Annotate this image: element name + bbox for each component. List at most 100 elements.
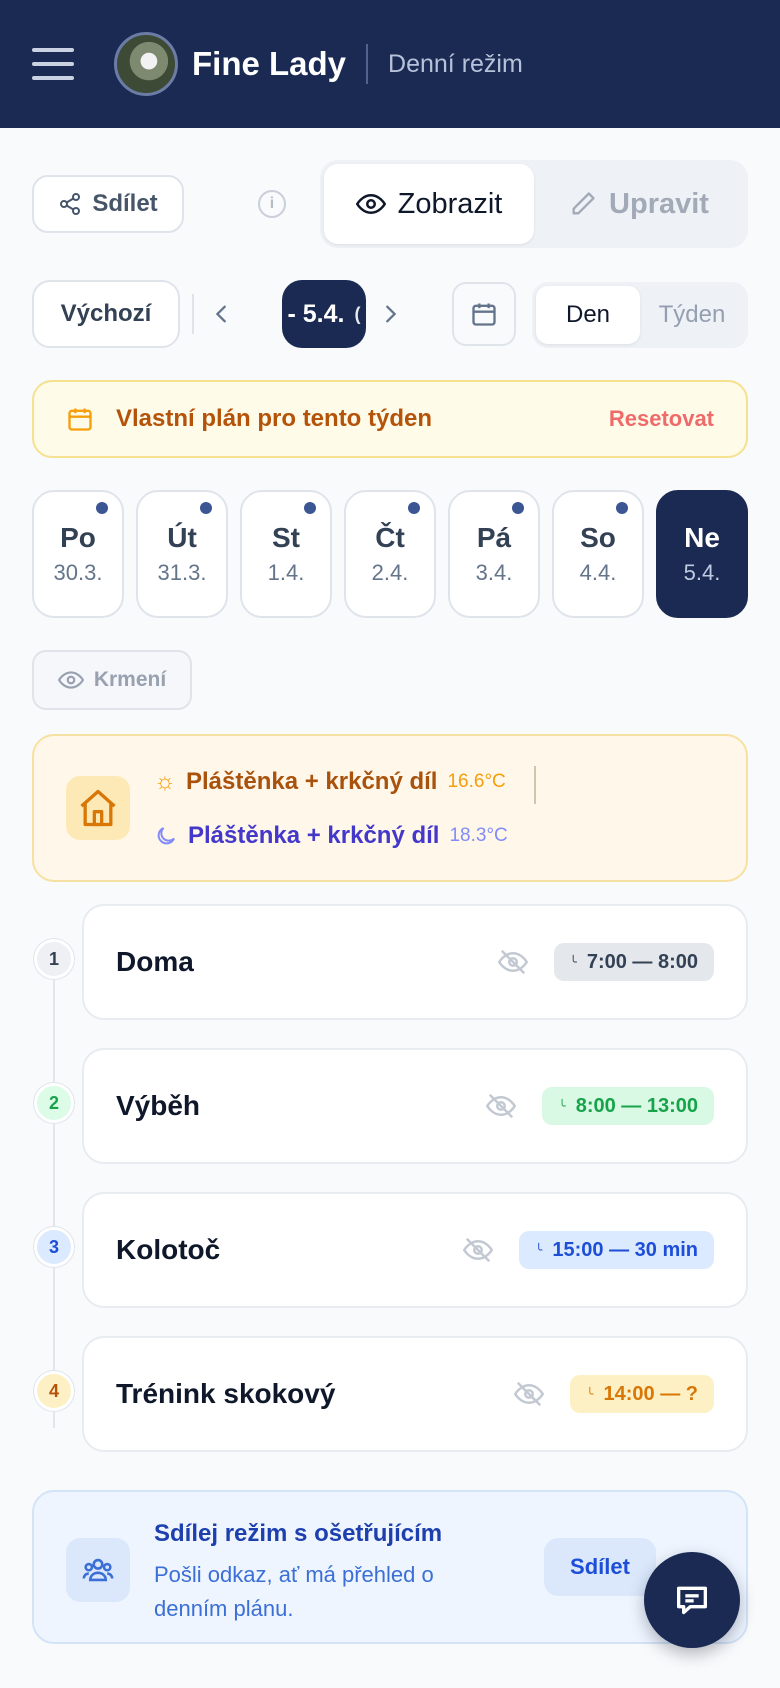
step-number: 1 bbox=[34, 939, 74, 979]
mode-toggle: Zobrazit Upravit bbox=[320, 160, 748, 248]
day-thursday[interactable]: Čt 2.4. bbox=[344, 490, 436, 618]
clock-icon: ╰ bbox=[535, 1243, 543, 1257]
plan-dot bbox=[304, 502, 316, 514]
weather-divider bbox=[534, 766, 536, 804]
share-card-title: Sdílej režim s ošetřujícím bbox=[154, 1520, 443, 1547]
clock-icon: ╰ bbox=[586, 1387, 594, 1401]
eye-off-icon[interactable] bbox=[514, 1379, 545, 1409]
app-header: Fine Lady Denní režim bbox=[0, 0, 780, 128]
day-tuesday[interactable]: Út 31.3. bbox=[136, 490, 228, 618]
day-name: Ne bbox=[684, 522, 720, 553]
mode-edit-label: Upravit bbox=[609, 187, 709, 220]
night-temperature: 18.3°C bbox=[449, 825, 508, 846]
time-badge: ╰ 14:00 — ? bbox=[570, 1375, 714, 1413]
calendar-button[interactable] bbox=[452, 282, 516, 346]
clock-icon: ╰ bbox=[569, 955, 577, 969]
eye-off-icon[interactable] bbox=[497, 947, 528, 977]
plan-dot bbox=[512, 502, 524, 514]
activity-card[interactable]: Kolotoč ╰ 15:00 — 30 min bbox=[82, 1192, 748, 1308]
default-plan-button[interactable]: Výchozí bbox=[32, 280, 180, 348]
chat-icon bbox=[677, 1586, 707, 1615]
mode-view-button[interactable]: Zobrazit bbox=[324, 164, 534, 244]
share-button[interactable]: Sdílet bbox=[32, 175, 184, 233]
calendar-icon bbox=[472, 303, 496, 326]
mode-edit-button[interactable]: Upravit bbox=[534, 164, 744, 244]
chat-button[interactable] bbox=[644, 1552, 740, 1648]
view-toggle: Den Týden bbox=[532, 282, 748, 348]
pencil-icon bbox=[572, 192, 595, 215]
eye-off-icon[interactable] bbox=[486, 1091, 517, 1121]
eye-icon bbox=[355, 193, 386, 215]
title-divider bbox=[366, 44, 369, 84]
activity-card[interactable]: Trénink skokový ╰ 14:00 — ? bbox=[82, 1336, 748, 1452]
time-badge: ╰ 15:00 — 30 min bbox=[519, 1231, 714, 1269]
chevron-left-icon[interactable] bbox=[202, 294, 242, 334]
menu-icon[interactable] bbox=[32, 48, 74, 80]
day-name: So bbox=[580, 522, 616, 553]
share-icon bbox=[60, 193, 81, 215]
day-monday[interactable]: Po 30.3. bbox=[32, 490, 124, 618]
eye-icon bbox=[57, 671, 84, 689]
feeding-toggle-label: Krmení bbox=[93, 668, 167, 691]
timeline-line bbox=[53, 960, 55, 1428]
current-date-suffix: ( bbox=[354, 303, 361, 324]
time-badge: ╰ 7:00 — 8:00 bbox=[553, 943, 714, 981]
toolbar: Sdílet i Zobrazit Upravit bbox=[32, 160, 748, 248]
calendar-icon bbox=[68, 408, 92, 431]
mode-view-label: Zobrazit bbox=[397, 187, 503, 220]
activity-title: Trénink skokový bbox=[116, 1378, 336, 1409]
day-blanket-row: ☼ Pláštěnka + krkčný díl 16.6°C bbox=[154, 768, 506, 796]
day-date: 5.4. bbox=[683, 560, 721, 585]
activity-title: Kolotoč bbox=[116, 1234, 221, 1265]
day-sunday[interactable]: Ne 5.4. bbox=[656, 490, 748, 618]
nav-divider bbox=[192, 294, 194, 334]
reset-button[interactable]: Resetovat bbox=[609, 406, 714, 432]
day-wednesday[interactable]: St 1.4. bbox=[240, 490, 332, 618]
step-number: 3 bbox=[34, 1227, 74, 1267]
current-date-pill[interactable]: - 5.4. ( bbox=[282, 280, 366, 348]
day-date: 2.4. bbox=[371, 560, 409, 585]
day-name: Út bbox=[167, 522, 197, 553]
week-day-picker: Po 30.3. Út 31.3. St 1.4. Čt 2.4. Pá 3.4. So 4… bbox=[32, 490, 748, 618]
plan-dot bbox=[408, 502, 420, 514]
date-navigation: Výchozí - 5.4. ( Den Týden bbox=[32, 280, 748, 348]
horse-avatar[interactable] bbox=[114, 32, 178, 96]
share-card-button[interactable]: Sdílet bbox=[544, 1538, 656, 1596]
night-blanket-text: Pláštěnka + krkčný díl bbox=[188, 822, 440, 849]
horse-name: Fine Lady bbox=[192, 45, 347, 82]
time-range: 7:00 — 8:00 bbox=[586, 950, 698, 973]
time-range: 14:00 — ? bbox=[603, 1382, 698, 1405]
activity-card[interactable]: Doma ╰ 7:00 — 8:00 bbox=[82, 904, 748, 1020]
day-name: Čt bbox=[375, 522, 405, 553]
share-card-description: Pošli odkaz, ať má přehled o denním plán… bbox=[154, 1562, 434, 1621]
step-number: 4 bbox=[34, 1371, 74, 1411]
day-friday[interactable]: Pá 3.4. bbox=[448, 490, 540, 618]
day-name: Pá bbox=[476, 522, 512, 553]
page-subtitle: Denní režim bbox=[388, 49, 523, 78]
view-week-button[interactable]: Týden bbox=[640, 286, 744, 344]
feeding-toggle-button[interactable]: Krmení bbox=[32, 650, 192, 710]
chevron-right-icon[interactable] bbox=[370, 294, 410, 334]
eye-off-icon[interactable] bbox=[463, 1235, 494, 1265]
day-temperature: 16.6°C bbox=[447, 771, 506, 792]
day-name: Po bbox=[60, 522, 96, 553]
plan-dot bbox=[96, 502, 108, 514]
plan-dot bbox=[200, 502, 212, 514]
activity-card[interactable]: Výběh ╰ 8:00 — 13:00 bbox=[82, 1048, 748, 1164]
share-with-caretaker-card: Sdílej režim s ošetřujícím Pošli odkaz, … bbox=[32, 1490, 748, 1644]
activity-title: Výběh bbox=[116, 1090, 201, 1121]
banner-text: Vlastní plán pro tento týden bbox=[116, 405, 433, 432]
blanket-weather-card: ☼ Pláštěnka + krkčný díl 16.6°C Pláštěnk… bbox=[32, 734, 748, 882]
view-day-button[interactable]: Den bbox=[536, 286, 640, 344]
info-icon[interactable]: i bbox=[258, 190, 286, 218]
time-range: 15:00 — 30 min bbox=[552, 1238, 698, 1261]
sun-icon: ☼ bbox=[154, 768, 176, 795]
day-saturday[interactable]: So 4.4. bbox=[552, 490, 644, 618]
clock-icon: ╰ bbox=[558, 1099, 566, 1113]
day-date: 3.4. bbox=[475, 560, 513, 585]
day-date: 1.4. bbox=[267, 560, 305, 585]
day-blanket-text: Pláštěnka + krkčný díl bbox=[186, 768, 438, 795]
day-date: 31.3. bbox=[157, 560, 207, 585]
moon-icon bbox=[157, 827, 175, 845]
custom-plan-banner: Vlastní plán pro tento týden Resetovat bbox=[32, 380, 748, 458]
